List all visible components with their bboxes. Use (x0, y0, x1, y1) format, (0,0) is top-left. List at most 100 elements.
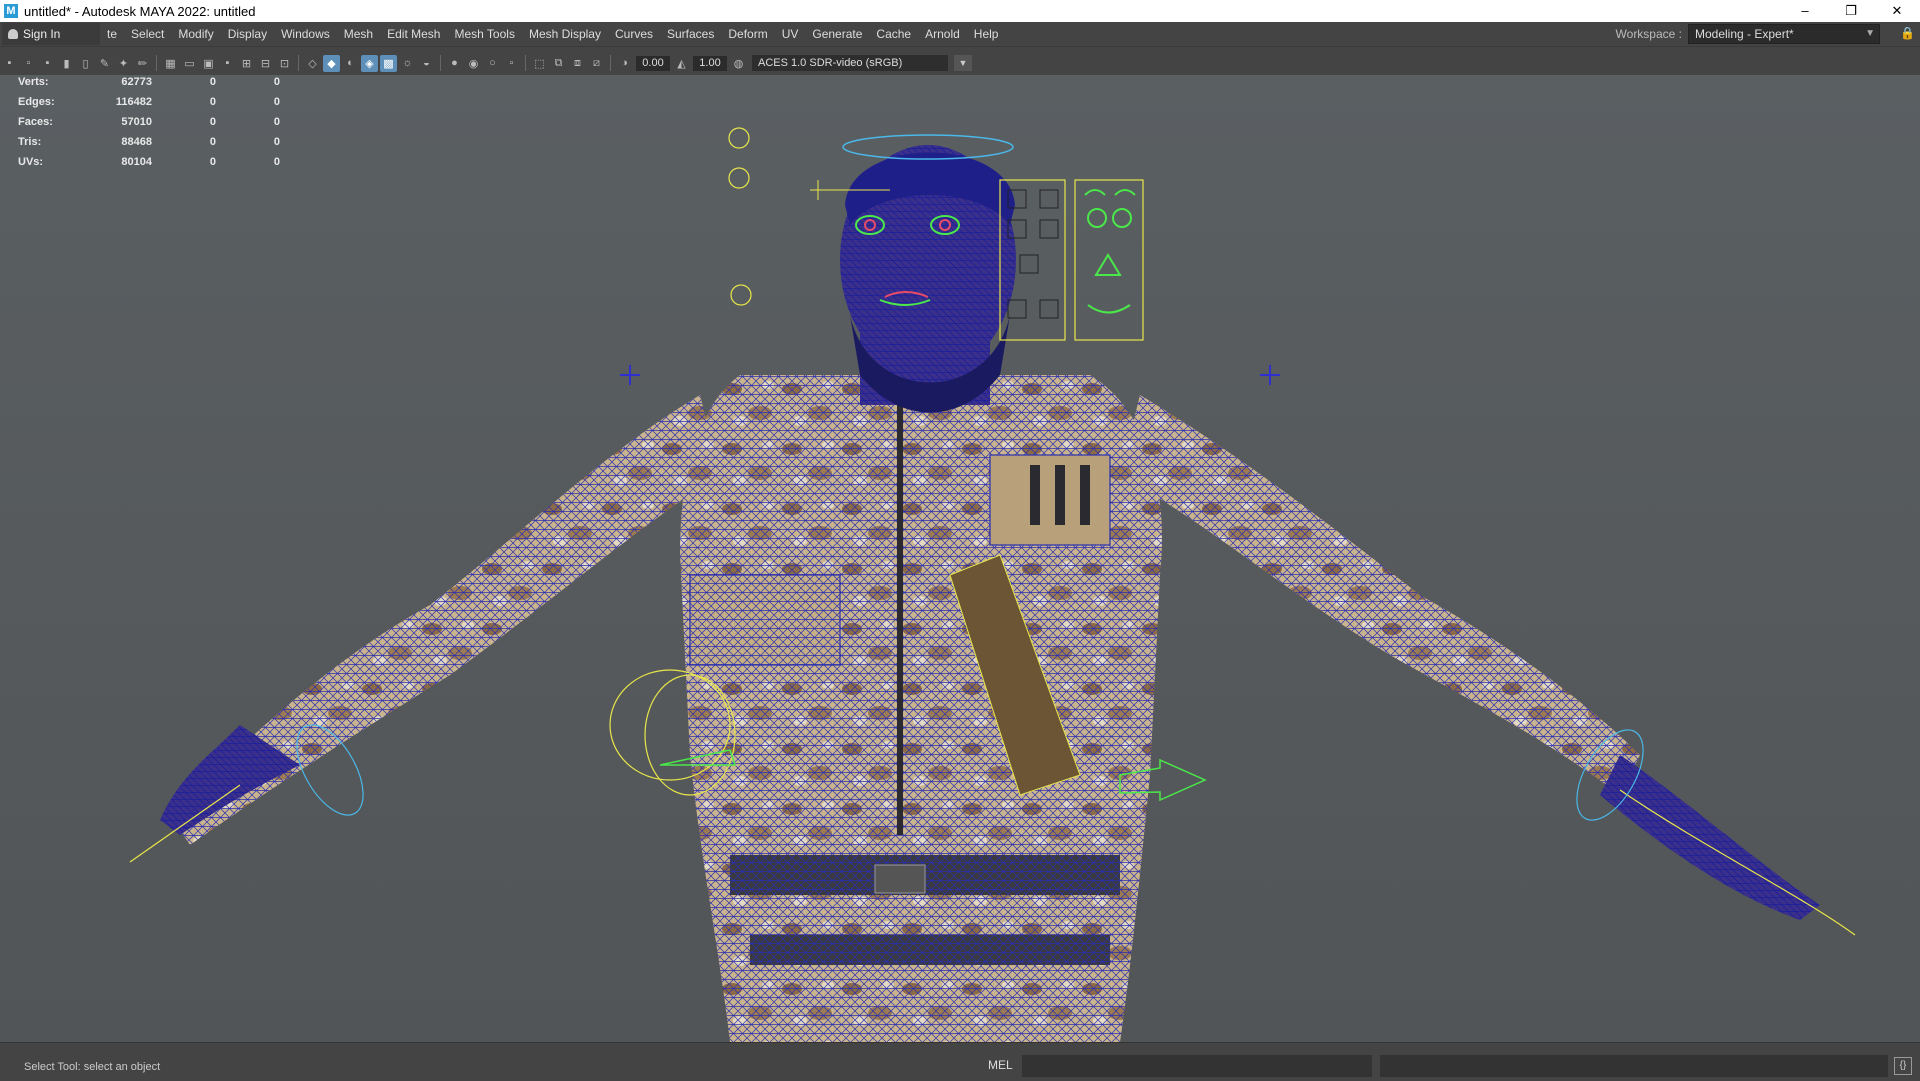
menu-mesh-display[interactable]: Mesh Display (522, 27, 608, 41)
command-language-toggle[interactable]: MEL (988, 1058, 1013, 1072)
resolution-gate-icon[interactable]: ▣ (200, 55, 217, 72)
menu-arnold[interactable]: Arnold (918, 27, 967, 41)
sign-in-button[interactable]: Sign In (2, 23, 100, 45)
grid-icon[interactable]: ▦ (162, 55, 179, 72)
exposure-icon[interactable]: ◑ (616, 55, 633, 72)
snapshot-icon[interactable]: ✎ (96, 55, 113, 72)
motion-blur-icon[interactable]: ◉ (465, 55, 482, 72)
hud-label: Verts: (18, 76, 49, 88)
hud-value: 0 (273, 116, 280, 128)
two-d-pan-icon[interactable]: ✦ (115, 55, 132, 72)
view-transform-value: ACES 1.0 SDR-video (sRGB) (758, 57, 903, 69)
workspace-label: Workspace : (1615, 27, 1682, 41)
rig-control-circle[interactable] (730, 284, 752, 306)
menu-surfaces[interactable]: Surfaces (660, 27, 721, 41)
hud-row-tris: Tris: 88468 0 0 (18, 132, 280, 152)
gamma-icon[interactable]: ◭ (673, 55, 690, 72)
hud-value: 0 (209, 136, 216, 148)
help-line-text: Select Tool: select an object (24, 1061, 161, 1073)
lock-icon[interactable]: 🔒 (1900, 26, 1915, 40)
wireframe-icon[interactable]: ◇ (304, 55, 321, 72)
menu-modify[interactable]: Modify (171, 27, 220, 41)
hud-value: 57010 (121, 116, 152, 128)
camera-attributes-icon[interactable]: ▫ (20, 55, 37, 72)
anti-aliasing-icon[interactable]: ○ (484, 55, 501, 72)
gate-mask-icon[interactable]: ▪ (219, 55, 236, 72)
menu-edit-mesh[interactable]: Edit Mesh (380, 27, 447, 41)
menu-help[interactable]: Help (967, 27, 1006, 41)
safe-title-icon[interactable]: ⊡ (276, 55, 293, 72)
textured-icon[interactable]: ▩ (380, 54, 397, 72)
use-all-lights-icon[interactable]: ☼ (399, 55, 416, 72)
rig-control-circle[interactable] (728, 167, 750, 189)
workspace-dropdown[interactable]: Modeling - Expert* ▼ (1688, 24, 1880, 44)
maximize-button[interactable]: ❐ (1828, 0, 1874, 22)
xray-icon[interactable]: ⧉ (550, 55, 567, 72)
screen-space-ao-icon[interactable]: ● (446, 55, 463, 72)
menu-deform[interactable]: Deform (721, 27, 774, 41)
minimize-button[interactable]: – (1782, 0, 1828, 22)
rig-control-circle[interactable] (728, 127, 750, 149)
sign-in-label: Sign In (23, 27, 61, 41)
hud-row-verts: Verts: 62773 0 0 (18, 72, 280, 92)
gamma-field[interactable]: 1.00 (693, 55, 727, 71)
toolbar-separator (298, 55, 299, 71)
color-management-icon[interactable]: ◍ (730, 55, 747, 72)
hud-row-uvs: UVs: 80104 0 0 (18, 152, 280, 172)
xray-components-icon[interactable]: ⧄ (588, 55, 605, 72)
maya-app-icon: M (4, 4, 18, 18)
window-title: untitled* - Autodesk MAYA 2022: untitled (24, 3, 256, 19)
menu-windows[interactable]: Windows (274, 27, 337, 41)
menu-cache[interactable]: Cache (869, 27, 918, 41)
script-editor-icon[interactable]: {} (1894, 1057, 1912, 1075)
hud-value: 0 (209, 76, 216, 88)
bookmark-icon[interactable]: ▪ (39, 55, 56, 72)
exposure-field[interactable]: 0.00 (636, 55, 670, 71)
film-gate-icon[interactable]: ▭ (181, 55, 198, 72)
hud-value: 0 (273, 96, 280, 108)
toolbar-separator (610, 55, 611, 71)
image-plane-icon[interactable]: ▮ (58, 55, 75, 72)
depth-of-field-icon[interactable]: ▫ (503, 55, 520, 72)
help-command-line: Select Tool: select an object MEL {} (0, 1042, 1920, 1081)
isolate-select-icon[interactable]: ⬚ (531, 55, 548, 72)
hud-row-edges: Edges: 116482 0 0 (18, 92, 280, 112)
vest-pocket (989, 454, 1111, 546)
shadows-icon[interactable]: ◒ (418, 55, 435, 72)
menu-uv[interactable]: UV (775, 27, 806, 41)
perspective-viewport[interactable] (0, 75, 1920, 1042)
torso (680, 375, 1162, 1042)
close-button[interactable]: ✕ (1874, 0, 1920, 22)
hud-value: 80104 (121, 156, 152, 168)
wireframe-on-shaded-icon[interactable]: ◈ (361, 54, 378, 72)
menu-display[interactable]: Display (221, 27, 274, 41)
smooth-shade-icon[interactable]: ◆ (323, 54, 340, 72)
safe-action-icon[interactable]: ⊟ (257, 55, 274, 72)
hud-value: 0 (209, 96, 216, 108)
view-transform-dropdown[interactable]: ACES 1.0 SDR-video (sRGB) ▼ (752, 55, 972, 71)
menu-generate[interactable]: Generate (805, 27, 869, 41)
menu-mesh[interactable]: Mesh (337, 27, 380, 41)
camera-select-icon[interactable]: ▪ (1, 55, 18, 72)
hud-value: 0 (273, 76, 280, 88)
default-material-icon[interactable]: ◐ (342, 55, 359, 72)
field-chart-icon[interactable]: ⊞ (238, 55, 255, 72)
workspace-value: Modeling - Expert* (1695, 27, 1794, 41)
right-arm (1120, 395, 1820, 920)
command-input[interactable] (1022, 1055, 1372, 1077)
scene-render (129, 127, 1856, 1042)
grease-pencil-icon[interactable]: ✏ (134, 55, 151, 72)
xray-joints-icon[interactable]: ⧈ (569, 55, 586, 72)
menu-curves[interactable]: Curves (608, 27, 660, 41)
menu-mesh-tools[interactable]: Mesh Tools (447, 27, 521, 41)
main-menubar: Sign In te Select Modify Display Windows… (0, 22, 1920, 47)
hud-value: 0 (209, 116, 216, 128)
menu-file-partial[interactable]: te (100, 27, 124, 41)
lock-camera-icon[interactable]: ▯ (77, 55, 94, 72)
menu-select[interactable]: Select (124, 27, 171, 41)
hud-value: 0 (273, 156, 280, 168)
chevron-down-icon: ▼ (1865, 28, 1875, 39)
facial-rig-panel[interactable] (999, 179, 1144, 341)
chevron-down-icon[interactable]: ▼ (954, 55, 972, 71)
character-head (810, 134, 1016, 413)
